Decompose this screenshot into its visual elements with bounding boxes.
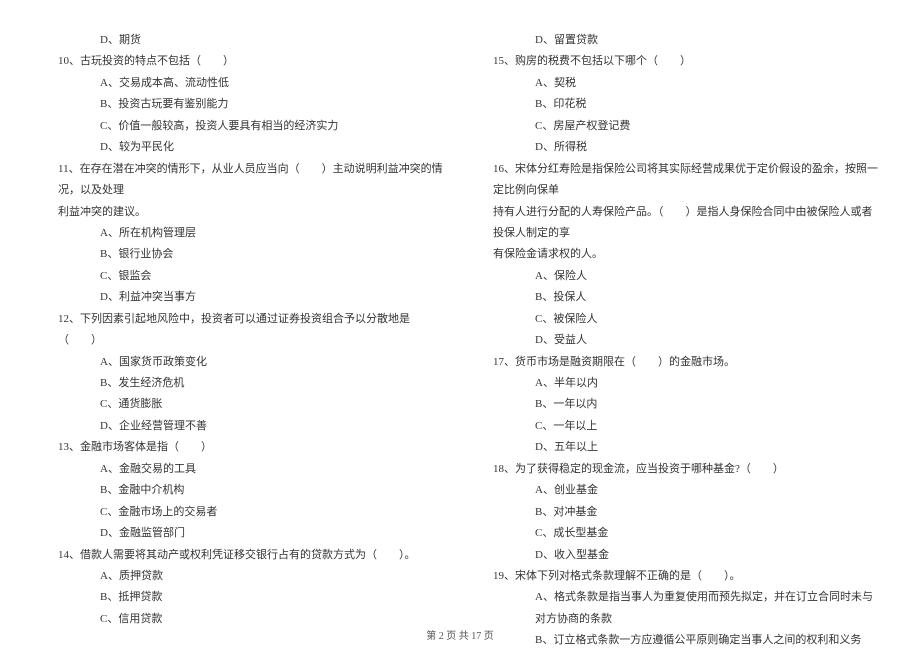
question-17: 17、货币市场是融资期限在（ ）的金融市场。 xyxy=(475,352,880,373)
q14-option-a: A、质押贷款 xyxy=(40,566,445,587)
q11-option-a: A、所在机构管理层 xyxy=(40,223,445,244)
q10-option-c: C、价值一般较高，投资人要具有相当的经济实力 xyxy=(40,116,445,137)
q13-option-c: C、金融市场上的交易者 xyxy=(40,502,445,523)
q12-option-d: D、企业经营管理不善 xyxy=(40,416,445,437)
q10-option-b: B、投资古玩要有鉴别能力 xyxy=(40,94,445,115)
question-12: 12、下列因素引起地风险中，投资者可以通过证券投资组合予以分散地是（ ） xyxy=(40,309,445,352)
q19-option-a: A、格式条款是指当事人为重复使用而预先拟定，并在订立合同时未与对方协商的条款 xyxy=(475,587,880,630)
q17-option-c: C、一年以上 xyxy=(475,416,880,437)
q10-option-a: A、交易成本高、流动性低 xyxy=(40,73,445,94)
q18-option-a: A、创业基金 xyxy=(475,480,880,501)
q17-option-b: B、一年以内 xyxy=(475,394,880,415)
q10-option-d: D、较为平民化 xyxy=(40,137,445,158)
q17-option-d: D、五年以上 xyxy=(475,437,880,458)
option-d-prev-r: D、留置贷款 xyxy=(475,30,880,51)
q15-option-d: D、所得税 xyxy=(475,137,880,158)
q16-option-c: C、被保险人 xyxy=(475,309,880,330)
q16-option-b: B、投保人 xyxy=(475,287,880,308)
q12-option-c: C、通货膨胀 xyxy=(40,394,445,415)
option-d-prev: D、期货 xyxy=(40,30,445,51)
q16-option-a: A、保险人 xyxy=(475,266,880,287)
q14-option-b: B、抵押贷款 xyxy=(40,587,445,608)
q17-option-a: A、半年以内 xyxy=(475,373,880,394)
question-15: 15、购房的税费不包括以下哪个（ ） xyxy=(475,51,880,72)
q13-option-a: A、金融交易的工具 xyxy=(40,459,445,480)
page-footer: 第 2 页 共 17 页 xyxy=(0,627,920,642)
question-16-cont2: 有保险金请求权的人。 xyxy=(475,244,880,265)
question-11: 11、在存在潜在冲突的情形下，从业人员应当向（ ）主动说明利益冲突的情况，以及处… xyxy=(40,159,445,202)
q13-option-b: B、金融中介机构 xyxy=(40,480,445,501)
question-13: 13、金融市场客体是指（ ） xyxy=(40,437,445,458)
q12-option-a: A、国家货币政策变化 xyxy=(40,352,445,373)
q13-option-d: D、金融监管部门 xyxy=(40,523,445,544)
q12-option-b: B、发生经济危机 xyxy=(40,373,445,394)
q15-option-b: B、印花税 xyxy=(475,94,880,115)
left-column: D、期货 10、古玩投资的特点不包括（ ） A、交易成本高、流动性低 B、投资古… xyxy=(40,30,445,610)
q18-option-b: B、对冲基金 xyxy=(475,502,880,523)
q11-option-d: D、利益冲突当事方 xyxy=(40,287,445,308)
q18-option-d: D、收入型基金 xyxy=(475,545,880,566)
q11-option-b: B、银行业协会 xyxy=(40,244,445,265)
question-16: 16、宋体分红寿险是指保险公司将其实际经营成果优于定价假设的盈余，按照一定比例向… xyxy=(475,159,880,202)
right-column: D、留置贷款 15、购房的税费不包括以下哪个（ ） A、契税 B、印花税 C、房… xyxy=(475,30,880,610)
q16-option-d: D、受益人 xyxy=(475,330,880,351)
q11-option-c: C、银监会 xyxy=(40,266,445,287)
question-10: 10、古玩投资的特点不包括（ ） xyxy=(40,51,445,72)
question-19: 19、宋体下列对格式条款理解不正确的是（ ）。 xyxy=(475,566,880,587)
q15-option-a: A、契税 xyxy=(475,73,880,94)
q18-option-c: C、成长型基金 xyxy=(475,523,880,544)
question-16-cont1: 持有人进行分配的人寿保险产品。（ ）是指人身保险合同中由被保险人或者投保人制定的… xyxy=(475,202,880,245)
question-14: 14、借款人需要将其动产或权利凭证移交银行占有的贷款方式为（ ）。 xyxy=(40,545,445,566)
q15-option-c: C、房屋产权登记费 xyxy=(475,116,880,137)
question-18: 18、为了获得稳定的现金流，应当投资于哪种基金?（ ） xyxy=(475,459,880,480)
question-11-cont: 利益冲突的建议。 xyxy=(40,202,445,223)
